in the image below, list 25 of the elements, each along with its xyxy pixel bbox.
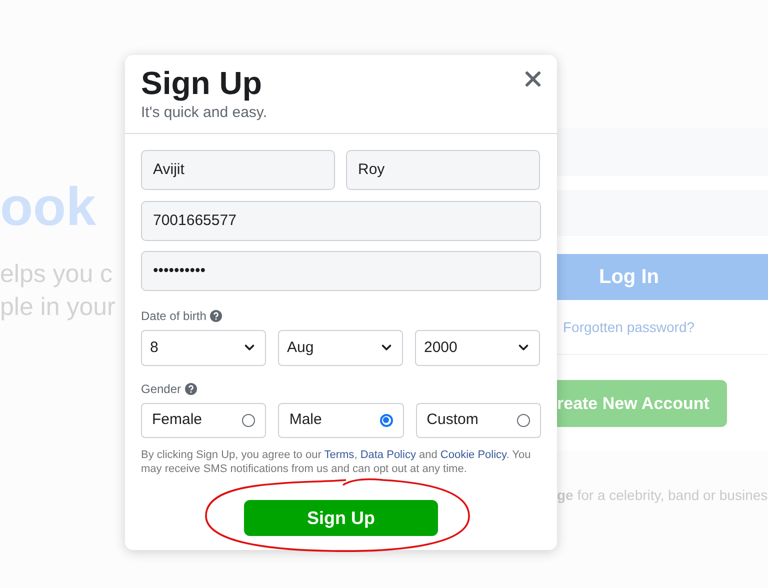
gender-option[interactable]: Female: [141, 402, 266, 438]
text-field[interactable]: Roy: [346, 150, 540, 190]
field-label: Date of birth: [141, 308, 206, 324]
text-field[interactable]: ••••••••••: [141, 250, 541, 290]
help-icon[interactable]: [210, 310, 222, 322]
gender-option[interactable]: Custom: [416, 402, 541, 438]
terms-text: By clicking Sign Up, you agree to our Terms, Data Policy and Cookie Policy. You may receive SMS notifications from us and can opt out at any time.: [141, 448, 532, 476]
help-icon[interactable]: [185, 382, 198, 394]
radio-button[interactable]: [380, 414, 393, 426]
dialog-title: Sign Up: [141, 64, 262, 102]
email-field[interactable]: [557, 128, 768, 176]
policy-link[interactable]: Data Policy: [360, 448, 416, 460]
radio-button[interactable]: [242, 414, 256, 426]
dialog-subtitle: It's quick and easy.: [141, 103, 267, 123]
date-select[interactable]: 8: [141, 330, 266, 366]
gender-option[interactable]: Male: [278, 402, 404, 438]
text-field[interactable]: Avijit: [141, 150, 335, 190]
date-select[interactable]: 2000: [415, 330, 540, 366]
field-label: Gender: [141, 380, 182, 398]
policy-link[interactable]: Cookie Policy: [440, 448, 506, 460]
password-field[interactable]: [557, 190, 768, 236]
date-select[interactable]: Aug: [278, 330, 403, 366]
policy-link[interactable]: Terms: [324, 448, 354, 460]
radio-button[interactable]: [516, 414, 530, 426]
text-field[interactable]: 7001665577: [141, 200, 541, 240]
